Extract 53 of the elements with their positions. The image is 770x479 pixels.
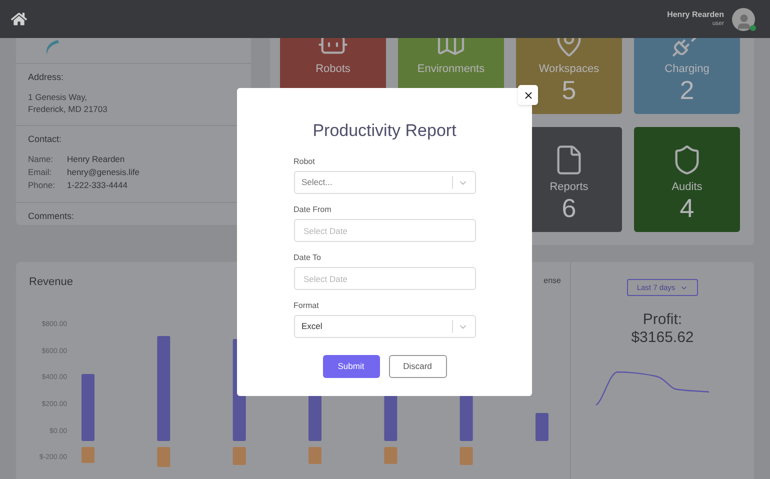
contact-field-value: 1-222-333-4444 [67,179,128,192]
tile-label: Reports [550,180,588,194]
section-title: Contact: [28,133,63,145]
chart-bar [232,447,246,465]
contact-field-value: Henry Rearden [67,153,125,166]
chart-bar [308,447,322,464]
tile-label: Audits [672,180,702,194]
select-field[interactable]: Select... [294,171,476,194]
tile-label: Workspaces [538,62,600,76]
legend-label: ense [544,275,561,287]
tile-label: Environments [417,62,485,76]
tile-count: 4 [680,193,694,223]
chart-bar [157,447,170,468]
date-field[interactable]: Select Date [294,219,476,242]
address-line: Frederick, MD 21703 [28,103,108,115]
chart-bar [536,413,548,441]
contact-field-value: henry@genesis.life [67,166,140,179]
tile-label: Robots [316,62,350,76]
tile-count: 6 [562,193,576,223]
section-title: Address: [28,71,65,83]
tile-label: Charging [664,62,710,76]
address-line: 1 Genesis Way, [28,91,88,103]
contact-field-label: Name: [28,153,54,166]
close-icon [522,90,534,100]
avatar[interactable] [732,8,755,30]
select-field[interactable]: Excel [294,315,476,338]
stat-tile[interactable]: Audits 4 [634,127,740,232]
date-field[interactable]: Select Date [294,267,476,290]
user-name: Henry Rearden [667,9,724,20]
tile-count: 5 [562,75,576,105]
close-button[interactable] [518,85,538,105]
tile-count: 2 [680,75,694,105]
card-title: Revenue [29,275,74,290]
chart-bar [460,447,473,465]
field-label: Date To [294,252,322,264]
field-label: Robot [294,156,316,168]
chart-bar [384,447,398,464]
stat-tile[interactable]: Charging 2 [634,38,740,114]
field-label: Date From [294,204,332,216]
chart-bar [82,374,94,441]
profit-label: Profit: [642,311,682,329]
profit-value: $3165.62 [631,329,694,347]
chart-bar [82,447,94,463]
section-title: Comments: [28,210,76,222]
contact-field-label: Email: [28,166,53,179]
stat-tile[interactable]: Workspaces 5 [516,38,622,114]
field-label: Format [294,300,320,312]
home-icon[interactable] [11,11,27,27]
discard-button[interactable]: Discard [388,355,446,378]
submit-button[interactable]: Submit [322,355,380,378]
contact-field-label: Phone: [28,179,56,192]
logo-drawing [44,39,60,56]
dialog-title: Productivity Report [312,120,456,142]
